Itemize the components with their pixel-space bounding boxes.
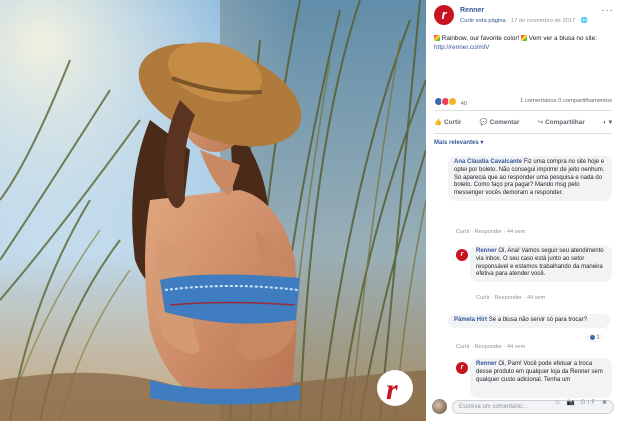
comments-count[interactable]: 1 comentários <box>520 98 556 104</box>
reply-bubble: Renner Oi, Ana! Vamos seguir seu atendim… <box>470 245 612 283</box>
post-meta: Curtir esta página · 17 de novembro de 2… <box>460 18 588 24</box>
post-link[interactable]: http://renner.co/mlV <box>434 44 489 51</box>
reaction-count[interactable]: 40 <box>461 101 467 107</box>
post-text: Rainbow, our favorite color! Vem ver a b… <box>434 35 597 51</box>
photo-illustration: r <box>0 0 426 421</box>
comment-like-count: 1 <box>596 335 600 341</box>
comment-bubble: Ana Cláudia Cavalcante Fiz uma compra no… <box>448 156 612 201</box>
avatar: ◐ <box>603 119 607 126</box>
comment-author[interactable]: Pâmela Hirt <box>454 317 487 323</box>
divider <box>434 133 612 134</box>
like-label: Curtir <box>443 119 462 126</box>
rainbow-icon <box>434 35 440 41</box>
comment-button[interactable]: 💬 Comentar <box>480 118 520 126</box>
post-text-2: Vem ver a blusa no site: <box>528 35 597 42</box>
user-avatar <box>432 399 447 414</box>
comment-label: Comentar <box>489 119 520 126</box>
globe-icon: 🌐 <box>580 18 588 24</box>
like-button[interactable]: 👍 Curtir <box>434 118 461 126</box>
post-sidebar: r Renner Curtir esta página · 17 de nove… <box>426 0 620 421</box>
comment-author[interactable]: Ana Cláudia Cavalcante <box>454 159 522 165</box>
page-avatar[interactable]: r <box>434 5 454 25</box>
composer-icons[interactable]: ☺ 📷 GIF ☻ <box>554 398 610 406</box>
follow-page-link[interactable]: Curtir esta página <box>460 18 506 24</box>
share-label: Compartilhar <box>545 119 585 126</box>
svg-text:r: r <box>386 373 398 406</box>
reactions-bar: 40 1 comentários 0 compartilhamentos <box>434 97 612 107</box>
post-date[interactable]: 17 de novembro de 2017 <box>511 18 575 24</box>
comment-like-badge[interactable]: 1 <box>588 335 602 341</box>
thumbs-up-icon: 👍 <box>434 119 442 126</box>
like-icon <box>590 335 595 340</box>
page-name-link[interactable]: Renner <box>460 7 484 14</box>
comment-icon: 💬 <box>479 119 488 126</box>
comment-author[interactable]: Renner <box>476 361 497 367</box>
comment-actions[interactable]: Curtir · Responder · 44 sem <box>476 295 545 301</box>
reply-bubble: Renner Oi, Pam! Você pode efetuar a troc… <box>470 358 612 398</box>
post-text-1: Rainbow, our favorite color <box>441 35 518 42</box>
post-header: r Renner Curtir esta página · 17 de nove… <box>434 5 614 31</box>
shares-count[interactable]: 0 compartilhamentos <box>558 98 612 104</box>
more-options-icon[interactable]: ··· <box>601 5 614 16</box>
comment-actions[interactable]: Curtir · Responder · 44 sem <box>456 344 525 350</box>
renner-avatar[interactable]: r <box>456 249 468 261</box>
reaction-selector[interactable]: ◐ ▾ <box>603 118 612 126</box>
wow-reaction-icon[interactable] <box>448 97 457 106</box>
comment-filter-dropdown[interactable]: Mais relevantes ▾ <box>434 139 483 146</box>
rainbow-icon <box>521 35 528 41</box>
post-actions: 👍 Curtir 💬 Comentar ↪ Compartilhar ◐ ▾ <box>434 114 612 130</box>
share-button[interactable]: ↪ Compartilhar <box>538 118 585 126</box>
share-icon: ↪ <box>537 119 544 126</box>
comment-author[interactable]: Renner <box>476 248 497 254</box>
post-photo[interactable]: r <box>0 0 426 421</box>
comment-composer: Escreva um comentário... ☺ 📷 GIF ☻ <box>432 398 614 416</box>
renner-avatar[interactable]: r <box>456 362 468 374</box>
divider <box>434 110 612 111</box>
comment-text: Se a blusa não servir só para trocar? <box>488 317 588 323</box>
comment-actions[interactable]: Curtir · Responder · 44 sem <box>456 229 525 235</box>
comment-bubble: Pâmela Hirt Se a blusa não servir só par… <box>448 314 610 328</box>
